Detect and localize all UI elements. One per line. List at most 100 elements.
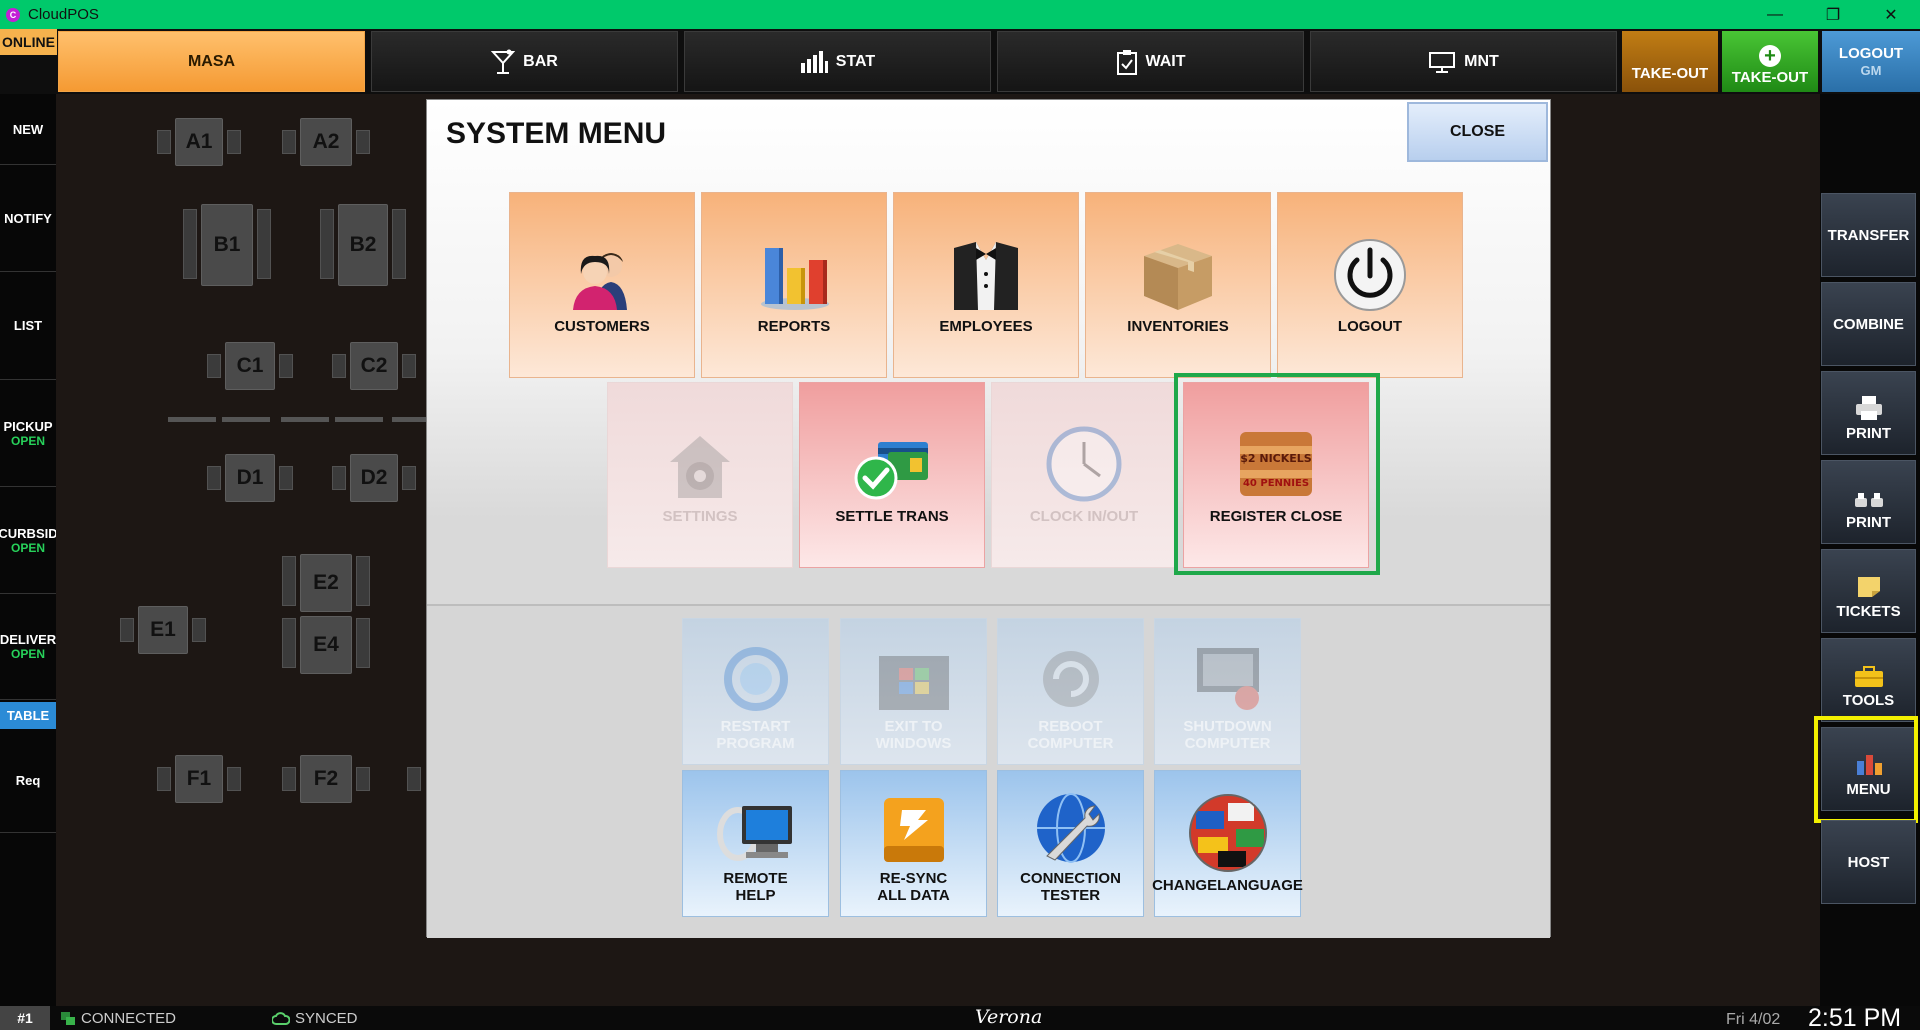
table-e4[interactable]: E4 bbox=[300, 616, 352, 674]
chair bbox=[282, 556, 296, 606]
host-button[interactable]: HOST bbox=[1821, 820, 1916, 904]
chair bbox=[282, 130, 296, 154]
button-label: COMBINE bbox=[1833, 315, 1904, 333]
resync-all-data-button[interactable]: RE-SYNC ALL DATA bbox=[840, 770, 987, 917]
tab-mnt[interactable]: MNT bbox=[1310, 31, 1617, 92]
table-b1[interactable]: B1 bbox=[201, 204, 253, 286]
button-label: PRINT bbox=[1846, 425, 1891, 442]
settle-trans-button[interactable]: SETTLE TRANS bbox=[799, 382, 985, 568]
chair bbox=[332, 466, 346, 490]
print-button[interactable]: PRINT bbox=[1821, 371, 1916, 455]
sidebar-item-label: NOTIFY bbox=[4, 210, 52, 226]
tab-label: BAR bbox=[523, 52, 558, 70]
tools-button[interactable]: TOOLS bbox=[1821, 638, 1916, 722]
connection-status: CONNECTED bbox=[60, 1010, 176, 1027]
print-kitchen-button[interactable]: PRINT bbox=[1821, 460, 1916, 544]
chair bbox=[257, 209, 271, 279]
tile-label: LOGOUT bbox=[1337, 318, 1403, 335]
inventories-button[interactable]: INVENTORIES bbox=[1085, 192, 1271, 378]
chair bbox=[227, 130, 241, 154]
close-window-icon[interactable]: ✕ bbox=[1862, 0, 1920, 29]
tab-label: WAIT bbox=[1145, 52, 1186, 70]
customers-button[interactable]: CUSTOMERS bbox=[509, 192, 695, 378]
chair bbox=[120, 618, 134, 642]
dialog-title: SYSTEM MENU bbox=[446, 117, 667, 150]
tile-label: SETTLE TRANS bbox=[835, 508, 949, 525]
tickets-button[interactable]: TICKETS bbox=[1821, 549, 1916, 633]
button-label: TICKETS bbox=[1836, 603, 1901, 620]
tile-label-line2: ALL DATA bbox=[877, 887, 950, 904]
table-d2[interactable]: D2 bbox=[350, 454, 398, 502]
takeout-button[interactable]: TAKE-OUT bbox=[1622, 31, 1718, 92]
table-a2[interactable]: A2 bbox=[300, 118, 352, 166]
tile-label-line1: REMOTE bbox=[723, 870, 788, 887]
current-date: Fri 4/02 bbox=[1726, 1011, 1781, 1028]
reports-button[interactable]: REPORTS bbox=[701, 192, 887, 378]
close-button[interactable]: CLOSE bbox=[1407, 102, 1548, 162]
tile-label-line2: COMPUTER bbox=[1027, 735, 1114, 752]
sidebar-item-req[interactable]: Req bbox=[0, 729, 56, 833]
table-d1[interactable]: D1 bbox=[225, 454, 275, 502]
status-open: OPEN bbox=[10, 433, 45, 448]
sidebar-item-new[interactable]: NEW bbox=[0, 94, 56, 165]
chair bbox=[392, 209, 406, 279]
table-label: D2 bbox=[360, 466, 388, 489]
tab-bar[interactable]: BAR bbox=[371, 31, 678, 92]
minimize-icon[interactable]: — bbox=[1746, 0, 1804, 29]
table-label: A2 bbox=[312, 130, 340, 153]
divider bbox=[281, 417, 329, 422]
chair bbox=[282, 618, 296, 668]
current-time: 2:51 PM bbox=[1808, 1004, 1902, 1030]
tab-masa[interactable]: MASA bbox=[58, 31, 365, 92]
sidebar-item-notify[interactable]: NOTIFY bbox=[0, 165, 56, 272]
settings-button[interactable]: SETTINGS bbox=[607, 382, 793, 568]
table-label: E2 bbox=[313, 571, 339, 594]
table-b2[interactable]: B2 bbox=[338, 204, 388, 286]
exit-to-windows-button[interactable]: EXIT TO WINDOWS bbox=[840, 618, 987, 765]
sidebar-item-pickup[interactable]: PICKUP OPEN bbox=[0, 380, 56, 487]
table-label: E1 bbox=[150, 618, 176, 641]
connection-tester-button[interactable]: CONNECTION TESTER bbox=[997, 770, 1144, 917]
table-c1[interactable]: C1 bbox=[225, 342, 275, 390]
table-a1[interactable]: A1 bbox=[175, 118, 223, 166]
customers-icon bbox=[573, 253, 627, 310]
restart-program-button[interactable]: RESTART PROGRAM bbox=[682, 618, 829, 765]
tile-label-line1: CHANGELANGUAGE bbox=[1152, 877, 1303, 894]
tab-wait[interactable]: WAIT bbox=[997, 31, 1304, 92]
sidebar-item-label: LIST bbox=[13, 318, 43, 333]
logout-user-button[interactable]: LOGOUT GM bbox=[1822, 31, 1920, 92]
divider bbox=[335, 417, 383, 422]
sidebar-item-delivery[interactable]: DELIVER OPEN bbox=[0, 594, 56, 700]
monitor-icon bbox=[1429, 51, 1456, 73]
tab-stat[interactable]: STAT bbox=[684, 31, 991, 92]
menu-highlight-frame bbox=[1814, 716, 1918, 823]
table-e2[interactable]: E2 bbox=[300, 554, 352, 612]
clipboard-icon bbox=[1116, 49, 1137, 75]
table-label: C2 bbox=[360, 354, 388, 377]
sidebar-item-curbside[interactable]: CURBSID OPEN bbox=[0, 487, 58, 594]
table-e1[interactable]: E1 bbox=[138, 606, 188, 654]
sidebar-item-list[interactable]: LIST bbox=[0, 272, 56, 380]
cloudpos-logo-icon: C bbox=[6, 7, 20, 22]
reboot-computer-button[interactable]: REBOOT COMPUTER bbox=[997, 618, 1144, 765]
combine-button[interactable]: COMBINE bbox=[1821, 282, 1916, 366]
sidebar-item-table[interactable]: TABLE bbox=[0, 702, 56, 729]
logout-label: LOGOUT bbox=[1838, 44, 1904, 62]
table-f2[interactable]: F2 bbox=[300, 755, 352, 803]
logout-button[interactable]: LOGOUT bbox=[1277, 192, 1463, 378]
tile-label: EMPLOYEES bbox=[939, 318, 1033, 335]
restore-icon[interactable]: ❐ bbox=[1804, 0, 1862, 29]
remote-help-button[interactable]: REMOTE HELP bbox=[682, 770, 829, 917]
table-f1[interactable]: F1 bbox=[175, 755, 223, 803]
change-language-button[interactable]: CHANGELANGUAGE bbox=[1152, 770, 1303, 917]
transfer-button[interactable]: TRANSFER bbox=[1821, 193, 1916, 277]
table-label: E4 bbox=[313, 633, 339, 656]
divider bbox=[222, 417, 270, 422]
add-takeout-button[interactable]: + TAKE-OUT bbox=[1722, 31, 1818, 92]
shutdown-computer-button[interactable]: SHUTDOWN COMPUTER bbox=[1154, 618, 1301, 765]
clock-in-out-button[interactable]: CLOCK IN/OUT bbox=[991, 382, 1177, 568]
tile-label: SETTINGS bbox=[662, 508, 738, 525]
table-c2[interactable]: C2 bbox=[350, 342, 398, 390]
kitchen-printer-icon bbox=[1854, 493, 1883, 507]
employees-button[interactable]: EMPLOYEES bbox=[893, 192, 1079, 378]
